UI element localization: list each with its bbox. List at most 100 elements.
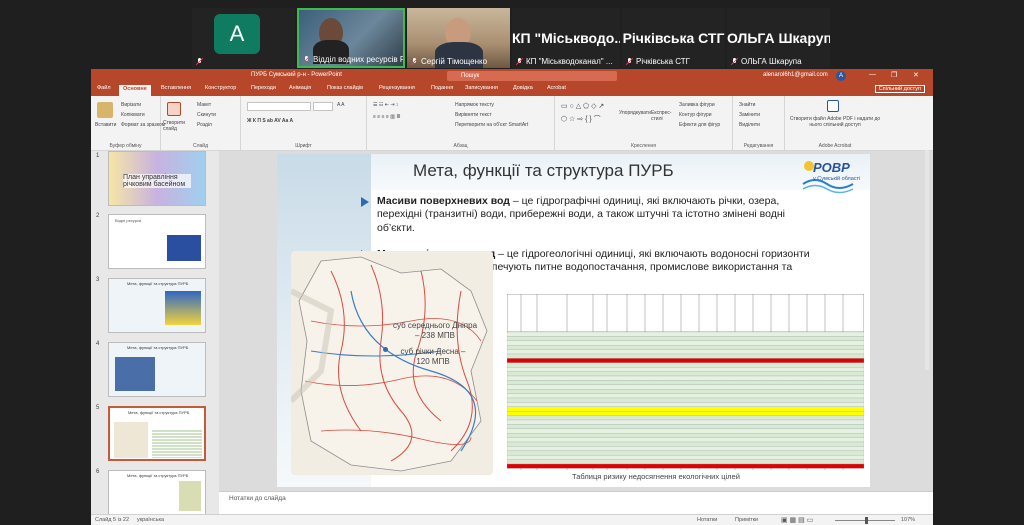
participant-name: ОЛЬГА Шкарупа <box>741 57 802 66</box>
create-pdf-button[interactable]: Створити файл Adobe PDF і надати до ньог… <box>789 116 881 128</box>
ribbon: Вставити Вирізати Копіювати Формат за зр… <box>91 96 933 151</box>
slide-thumbnail-5[interactable]: Мета, функції та структура ПУРБ <box>108 406 206 461</box>
participant-name: Відділ водних ресурсів Р... <box>313 55 405 64</box>
tab-recording[interactable]: Записування <box>465 85 498 91</box>
align-icons[interactable]: ≡ ≡ ≡ ≡ ▥ ≣ <box>373 114 401 120</box>
slide-thumbnail-4[interactable]: Мета, функції та структура ПУРБ <box>108 342 206 397</box>
tab-acrobat[interactable]: Acrobat <box>547 85 566 91</box>
group-paragraph: ☰ ☷ ⇤ ⇥ ↕ ≡ ≡ ≡ ≡ ▥ ≣ Напрямок тексту Ви… <box>367 96 555 151</box>
shape-fill-button[interactable]: Заливка фігури <box>679 102 715 108</box>
bold-icon[interactable]: Ж К П S ab AV Aa A <box>247 118 293 124</box>
cut-button[interactable]: Вирізати <box>121 102 141 108</box>
format-painter-button[interactable]: Формат за зразком <box>121 122 165 128</box>
map-marker-icon <box>383 347 388 352</box>
copy-button[interactable]: Копіювати <box>121 112 145 118</box>
notes-placeholder: Нотатки до слайда <box>229 495 286 502</box>
share-button[interactable]: Спільний доступ <box>874 85 925 93</box>
tab-review[interactable]: Рецензування <box>379 85 415 91</box>
thumb-title: Водні ресурси <box>115 218 142 223</box>
shape-outline-button[interactable]: Контур фігури <box>679 112 711 118</box>
river-basin-map[interactable]: суб середнього Дніпра – 238 МПВ суб річк… <box>291 251 493 475</box>
slide-thumbnails-pane[interactable]: 1 План управління річковим басейном 2 Во… <box>91 151 219 514</box>
notes-pane[interactable]: Нотатки до слайда <box>219 491 933 514</box>
section-button[interactable]: Розділ <box>197 122 212 128</box>
close-icon[interactable]: ✕ <box>913 71 919 79</box>
slide[interactable]: Мета, функції та структура ПУРБ РОВР у С… <box>277 154 870 487</box>
paste-icon[interactable] <box>97 102 113 118</box>
tab-insert[interactable]: Вставлення <box>161 85 191 91</box>
font-name-select[interactable] <box>247 102 311 111</box>
new-slide-button[interactable]: Створити слайд <box>163 120 193 132</box>
font-grow-icon[interactable]: A A <box>337 102 345 108</box>
shapes-gallery[interactable]: ▭ ○ △ ⬠ ◇ ↗ <box>561 102 604 110</box>
thumb-table <box>152 430 202 458</box>
find-button[interactable]: Знайти <box>739 102 755 108</box>
group-label: Слайд <box>192 143 209 149</box>
shapes-gallery-row2[interactable]: ⬡ ☆ ⇨ { } ⌒ <box>561 114 601 124</box>
notes-toggle[interactable]: Нотатки <box>697 517 717 523</box>
font-size-select[interactable] <box>313 102 333 111</box>
table-row <box>506 446 865 451</box>
vertical-scrollbar[interactable] <box>925 150 929 370</box>
slide-thumbnail-1[interactable]: План управління річковим басейном <box>108 151 206 206</box>
participant-tile-3[interactable]: КП "Міськводо... КП "Міськводоканал" ... <box>512 8 620 68</box>
participant-tile-4[interactable]: Річківська СТГ Річківська СТГ <box>622 8 725 68</box>
ribbon-tabs: Файл Основне Вставлення Конструктор Пере… <box>91 83 933 96</box>
new-slide-icon[interactable] <box>167 102 181 116</box>
participant-tile-a[interactable]: A <box>192 8 295 68</box>
search-input[interactable]: Пошук <box>447 71 617 81</box>
smartart-button[interactable]: Перетворити на об'єкт SmartArt <box>455 122 528 128</box>
tab-animations[interactable]: Анімація <box>289 85 311 91</box>
user-email[interactable]: alenarol6h1@gmail.com <box>763 72 828 78</box>
align-text-button[interactable]: Вирівняти текст <box>455 112 492 118</box>
text-direction-button[interactable]: Напрямок тексту <box>455 102 494 108</box>
tab-home[interactable]: Основне <box>119 85 151 96</box>
table-row <box>506 358 865 363</box>
paste-button[interactable]: Вставити <box>95 122 116 128</box>
reset-button[interactable]: Скинути <box>197 112 216 118</box>
tab-transitions[interactable]: Переходи <box>251 85 276 91</box>
tab-view[interactable]: Подання <box>431 85 453 91</box>
list-icons[interactable]: ☰ ☷ ⇤ ⇥ ↕ <box>373 102 398 108</box>
tab-help[interactable]: Довідка <box>513 85 533 91</box>
select-button[interactable]: Виділити <box>739 122 760 128</box>
risk-table[interactable] <box>506 293 865 470</box>
maximize-icon[interactable]: ❐ <box>891 71 897 79</box>
tab-design[interactable]: Конструктор <box>205 85 236 91</box>
slide-canvas: Мета, функції та структура ПУРБ РОВР у С… <box>219 151 933 491</box>
group-drawing: ▭ ○ △ ⬠ ◇ ↗ ⬡ ☆ ⇨ { } ⌒ Упорядкувати Екс… <box>555 96 733 151</box>
zoom-level[interactable]: 107% <box>901 517 915 523</box>
tab-file[interactable]: Файл <box>97 85 111 91</box>
slide-title[interactable]: Мета, функції та структура ПУРБ <box>413 161 674 181</box>
replace-button[interactable]: Замінити <box>739 112 760 118</box>
quick-styles-button[interactable]: Експрес-стилі <box>651 110 677 122</box>
slide-thumbnail-6[interactable]: Мета, функції та структура ПУРБ <box>108 470 206 514</box>
pdf-icon[interactable] <box>827 100 839 112</box>
group-label: Шрифт <box>295 143 312 149</box>
table-row <box>506 441 865 447</box>
arrange-button[interactable]: Упорядкувати <box>619 110 651 116</box>
language-indicator[interactable]: українська <box>137 517 164 523</box>
participant-big-name: КП "Міськводо... <box>512 30 620 46</box>
participant-tile-video-1[interactable]: Відділ водних ресурсів Р... <box>297 8 405 68</box>
bullet-surface-waters[interactable]: Масиви поверхневих вод – це гідрографічн… <box>377 195 813 235</box>
mic-muted-icon <box>411 58 418 65</box>
group-slides: Створити слайд Макет Скинути Розділ Слай… <box>161 96 241 151</box>
participant-tile-5[interactable]: ОЛЬГА Шкарупа ОЛЬГА Шкарупа <box>727 8 830 68</box>
table-row <box>506 415 865 421</box>
zoom-slider-thumb[interactable] <box>865 517 868 524</box>
slide-thumbnail-2[interactable]: Водні ресурси <box>108 214 206 269</box>
shape-effects-button[interactable]: Ефекти для фігур <box>679 122 720 128</box>
comments-toggle[interactable]: Примітки <box>735 517 758 523</box>
table-row <box>506 345 865 350</box>
layout-button[interactable]: Макет <box>197 102 211 108</box>
view-normal-icon[interactable]: ▣ ▦ ▤ ▭ <box>781 516 813 524</box>
avatar[interactable]: A <box>836 71 846 81</box>
participant-strip: A Відділ водних ресурсів Р... Сергій Тім… <box>0 0 1024 68</box>
table-row <box>506 450 865 456</box>
participant-name: КП "Міськводоканал" ... <box>526 57 613 66</box>
tab-slideshow[interactable]: Показ слайдів <box>327 85 363 91</box>
participant-tile-video-2[interactable]: Сергій Тімощенко <box>407 8 510 68</box>
slide-thumbnail-3[interactable]: Мета, функції та структура ПУРБ <box>108 278 206 333</box>
minimize-icon[interactable]: — <box>869 71 876 78</box>
